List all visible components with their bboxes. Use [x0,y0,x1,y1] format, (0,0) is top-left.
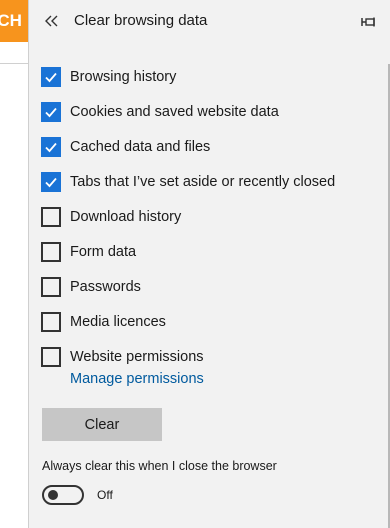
clear-option-label: Download history [70,208,182,225]
site-logo: ECH [0,0,28,42]
clear-option-label: Passwords [70,278,141,295]
checkbox[interactable] [41,101,61,122]
checkmark-icon [45,107,57,117]
checkbox[interactable] [41,206,61,227]
page-divider [0,63,28,64]
clear-option-label: Website permissions [70,348,204,365]
toggle-state-label: Off [97,488,113,502]
clear-option-label: Cookies and saved website data [70,103,279,120]
clear-option-row[interactable]: Media licences [41,304,371,339]
checkbox[interactable] [41,66,61,87]
clear-option-label: Tabs that I’ve set aside or recently clo… [70,173,336,190]
clear-option-row[interactable]: Website permissions [41,339,371,374]
always-clear-label: Always clear this when I close the brows… [42,459,277,473]
clear-option-row[interactable]: Tabs that I’ve set aside or recently clo… [41,164,371,199]
double-chevron-left-icon[interactable] [43,10,61,32]
clear-option-label: Cached data and files [70,138,211,155]
checkbox[interactable] [41,311,61,332]
checkmark-icon [45,142,57,152]
clear-option-row[interactable]: Browsing history [41,59,371,94]
clear-option-label: Form data [70,243,137,260]
checkbox[interactable] [41,276,61,297]
checkmark-icon [45,72,57,82]
clear-option-row[interactable]: Download history [41,199,371,234]
clear-option-label: Browsing history [70,68,177,85]
clear-option-label: Media licences [70,313,166,330]
clear-option-row[interactable]: Form data [41,234,371,269]
checkmark-icon [45,177,57,187]
panel-title: Clear browsing data [74,12,208,29]
toggle-knob [48,490,58,500]
checkbox[interactable] [41,346,61,367]
clear-options-list: Browsing history Cookies and saved websit… [41,59,371,374]
clear-button[interactable]: Clear [42,408,162,441]
always-clear-toggle[interactable] [42,485,84,505]
clear-browsing-data-panel: Clear browsing data Browsing history Cook… [28,0,390,528]
browser-page: ECH Clear browsing data Browsing histor [0,0,390,528]
checkbox[interactable] [41,136,61,157]
manage-permissions-link[interactable]: Manage permissions [70,371,204,387]
panel-header: Clear browsing data [29,0,390,44]
checkbox[interactable] [41,171,61,192]
clear-option-row[interactable]: Cookies and saved website data [41,94,371,129]
checkbox[interactable] [41,241,61,262]
clear-option-row[interactable]: Passwords [41,269,371,304]
site-logo-text: ECH [0,11,22,30]
pin-icon[interactable] [360,12,378,32]
clear-option-row[interactable]: Cached data and files [41,129,371,164]
